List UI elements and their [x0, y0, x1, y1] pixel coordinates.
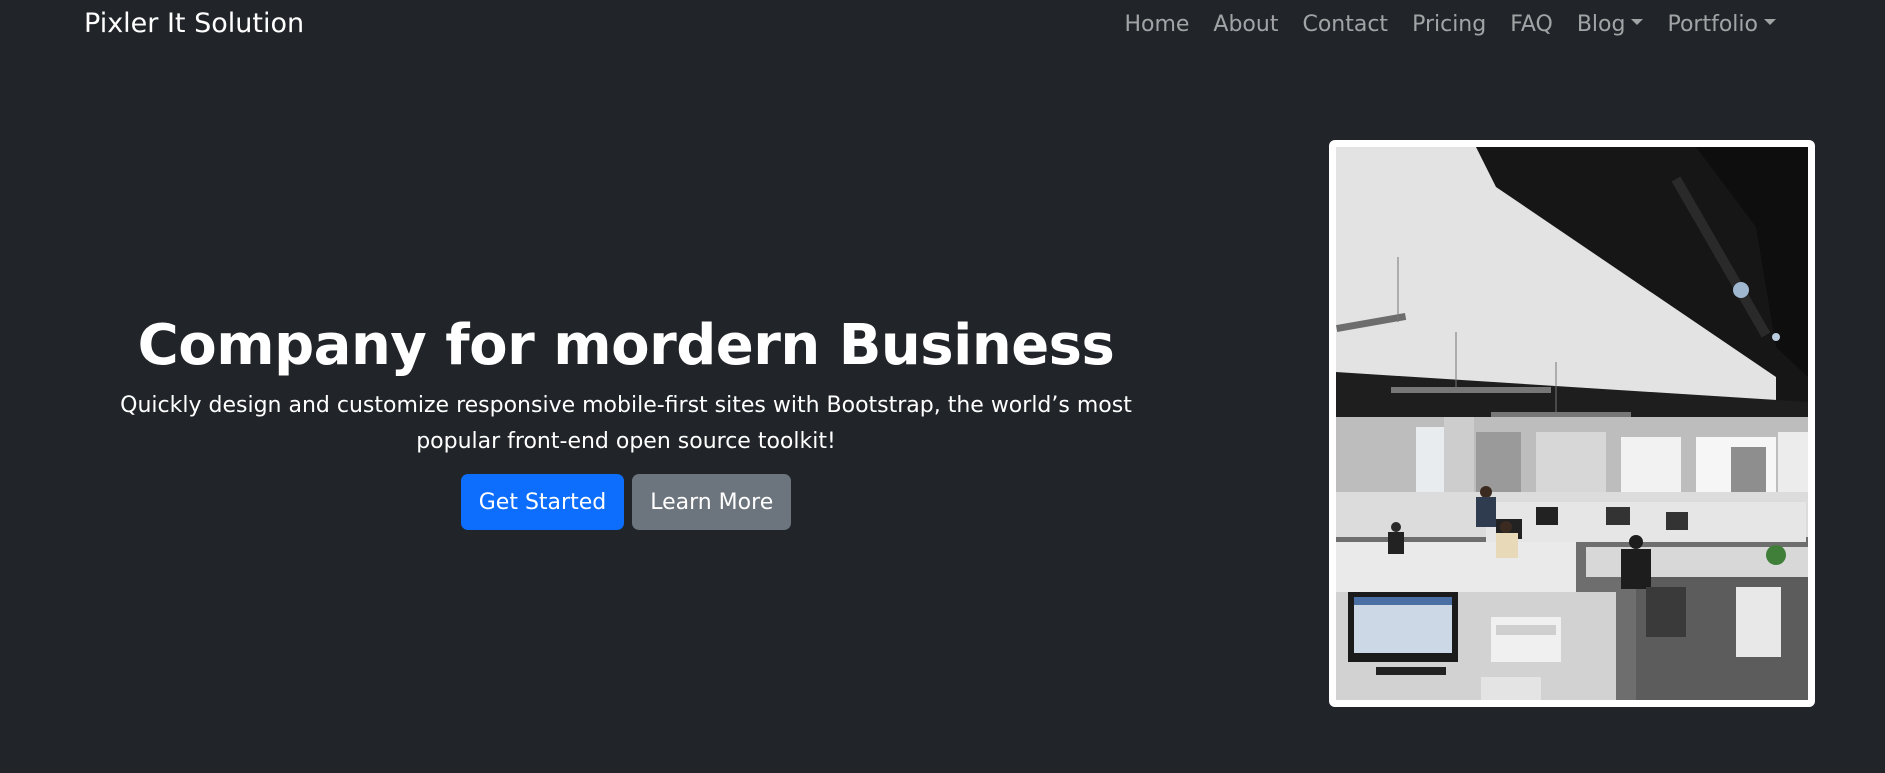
get-started-button[interactable]: Get Started [460, 474, 625, 530]
hero-section: Company for mordern Business Quickly des… [84, 310, 1168, 530]
nav-blog-dropdown[interactable]: Blog [1565, 10, 1656, 39]
caret-down-icon [1764, 19, 1776, 25]
office-photo-frame [1329, 140, 1815, 707]
nav-contact[interactable]: Contact [1290, 10, 1400, 39]
nav-portfolio-label: Portfolio [1667, 12, 1758, 37]
hero-buttons: Get Started Learn More [84, 474, 1168, 530]
nav-blog-label: Blog [1576, 12, 1626, 37]
caret-down-icon [1631, 19, 1644, 25]
nav-about[interactable]: About [1201, 10, 1290, 39]
hero-subtitle: Quickly design and customize responsive … [120, 393, 1132, 454]
nav-links: Home About Contact Pricing FAQ Blog Port… [1112, 10, 1788, 39]
nav-portfolio-dropdown[interactable]: Portfolio [1655, 10, 1788, 39]
hero-title: Company for mordern Business [137, 313, 1115, 378]
learn-more-button[interactable]: Learn More [632, 474, 792, 530]
office-photo [1336, 147, 1808, 700]
nav-home[interactable]: Home [1112, 10, 1201, 39]
brand-link[interactable]: Pixler It Solution [84, 8, 304, 39]
nav-pricing[interactable]: Pricing [1400, 10, 1498, 39]
nav-faq[interactable]: FAQ [1498, 10, 1565, 39]
navbar: Pixler It Solution Home About Contact Pr… [0, 0, 1885, 54]
